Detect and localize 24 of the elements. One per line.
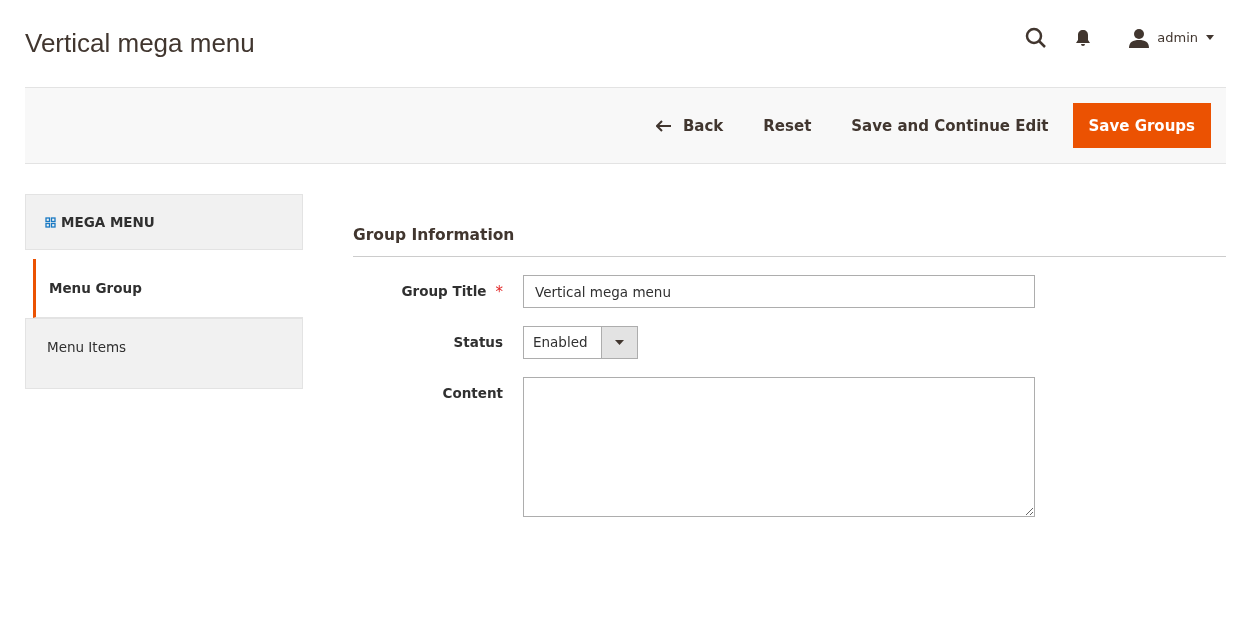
- back-button[interactable]: Back: [639, 103, 740, 148]
- arrow-left-icon: [655, 119, 671, 132]
- primary-button[interactable]: Save Groups: [1072, 103, 1211, 148]
- action-button[interactable]: Save and Continue Edit: [835, 103, 1065, 148]
- select-field[interactable]: Enabled: [523, 326, 638, 359]
- sidebar-item[interactable]: Menu Group: [33, 259, 303, 318]
- page-title: Vertical mega menu: [25, 28, 255, 59]
- action-button[interactable]: Reset: [747, 103, 828, 148]
- input-field[interactable]: Vertical mega menu: [523, 275, 1035, 308]
- field-label: Status: [453, 334, 503, 350]
- field-label: Group Title: [401, 283, 487, 301]
- sidebar-item[interactable]: Menu Items: [25, 318, 303, 389]
- caret-icon: [1206, 35, 1214, 40]
- sidebar-title: MEGA MENU: [61, 214, 155, 230]
- user-icon: [1129, 27, 1150, 48]
- user-menu[interactable]: admin: [1129, 27, 1214, 48]
- section-title: Group Information: [353, 226, 1226, 257]
- field-label: Content: [442, 385, 503, 401]
- caret-icon: [615, 340, 624, 345]
- bell-icon[interactable]: [1075, 28, 1092, 47]
- grid-icon: [45, 216, 56, 228]
- search-icon[interactable]: [1025, 26, 1048, 49]
- required-mark: *: [495, 283, 503, 301]
- textarea-field[interactable]: [523, 377, 1035, 517]
